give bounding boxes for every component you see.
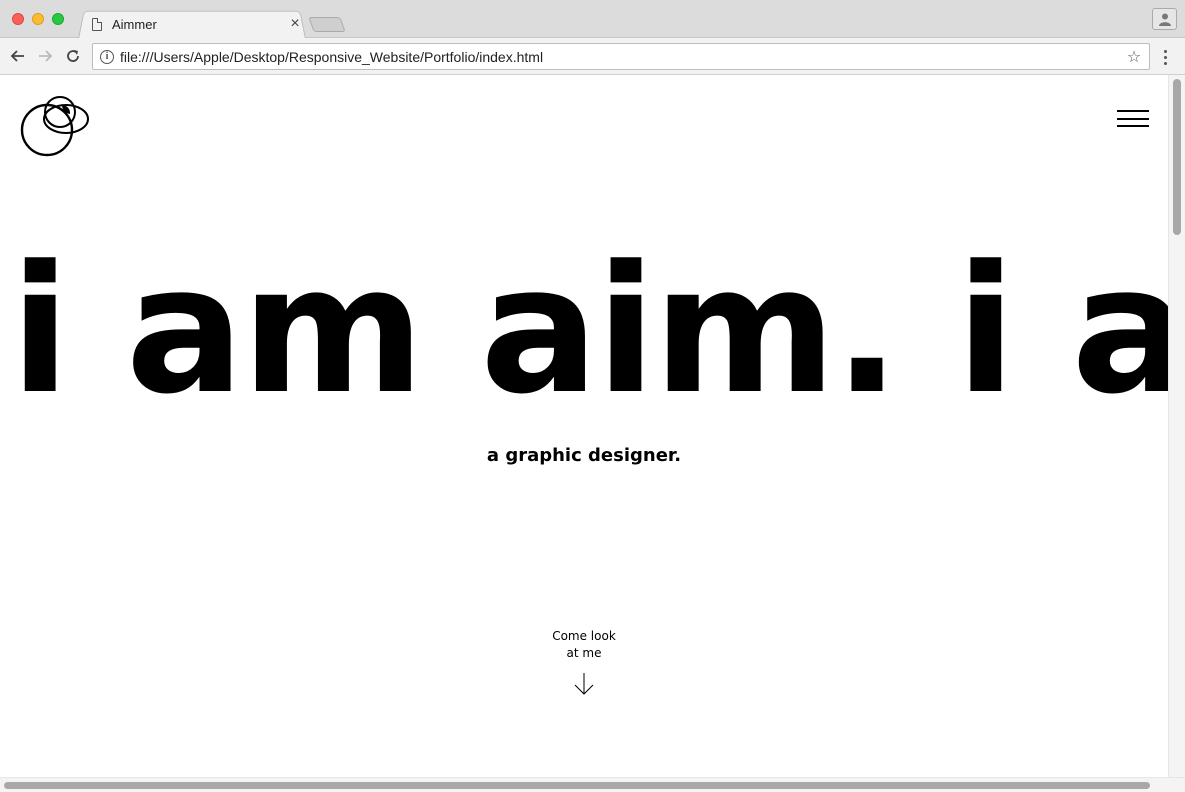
back-button[interactable] xyxy=(8,46,28,66)
hamburger-menu-icon[interactable] xyxy=(1117,110,1149,127)
tab-strip: Aimmer × xyxy=(0,0,1185,39)
tab-close-button[interactable]: × xyxy=(287,15,303,33)
dot-icon xyxy=(1163,55,1167,59)
new-tab-button[interactable] xyxy=(308,17,346,32)
browser-chrome: Aimmer × i file:///Users/Apple/Desktop/R… xyxy=(0,0,1185,75)
dot-icon xyxy=(1163,49,1167,53)
zoom-window-button[interactable] xyxy=(52,13,64,25)
address-bar[interactable]: i file:///Users/Apple/Desktop/Responsive… xyxy=(92,43,1150,70)
person-icon xyxy=(1158,13,1171,26)
bookmark-star-icon[interactable]: ☆ xyxy=(1123,47,1145,66)
scroll-cta-link[interactable]: Come look at me xyxy=(534,628,634,662)
url-text[interactable]: file:///Users/Apple/Desktop/Responsive_W… xyxy=(120,49,1123,65)
arrow-right-icon xyxy=(39,50,53,62)
cta-line-2: at me xyxy=(566,646,602,660)
forward-button[interactable] xyxy=(35,46,55,66)
close-window-button[interactable] xyxy=(12,13,24,25)
menu-bar xyxy=(1117,117,1149,120)
page-viewport: i am aim. i am a graphic designer. Come … xyxy=(0,75,1168,777)
reload-button[interactable] xyxy=(63,46,83,66)
browser-menu-button[interactable] xyxy=(1158,47,1172,67)
cta-line-1: Come look xyxy=(552,629,616,643)
horizontal-scroll-thumb[interactable] xyxy=(4,782,1150,789)
hero-heading: i am aim. i am xyxy=(10,228,1168,433)
reload-icon xyxy=(67,50,79,62)
browser-toolbar: i file:///Users/Apple/Desktop/Responsive… xyxy=(0,38,1185,75)
arrow-down-icon[interactable] xyxy=(573,672,595,696)
info-icon[interactable]: i xyxy=(100,49,114,64)
profile-button[interactable] xyxy=(1152,8,1177,30)
overlapping-circles-logo[interactable] xyxy=(18,92,92,158)
browser-tab-content[interactable]: Aimmer × xyxy=(88,12,303,36)
menu-bar xyxy=(1117,125,1149,127)
minimize-window-button[interactable] xyxy=(32,13,44,25)
arrow-left-icon xyxy=(10,50,24,62)
vertical-scroll-thumb[interactable] xyxy=(1173,79,1181,235)
tab-title: Aimmer xyxy=(112,16,157,32)
menu-bar xyxy=(1117,110,1149,112)
horizontal-scrollbar[interactable] xyxy=(0,777,1185,792)
hero-subtitle: a graphic designer. xyxy=(486,445,682,466)
dot-icon xyxy=(1163,61,1167,65)
page-icon xyxy=(92,17,102,31)
vertical-scrollbar[interactable] xyxy=(1168,75,1185,777)
